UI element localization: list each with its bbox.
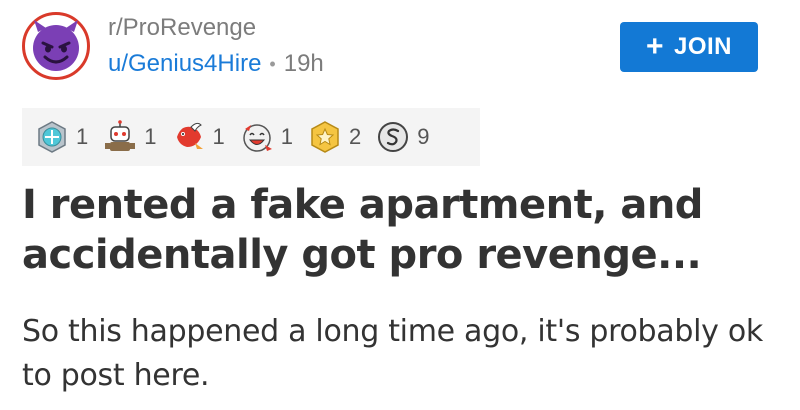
gold-award-icon [311,121,339,153]
award-count: 1 [76,124,89,149]
username-link[interactable]: u/Genius4Hire [108,50,261,78]
bird-award-icon [176,122,203,149]
award-laughing[interactable]: 1 [239,119,293,155]
meta-separator: • [269,53,276,74]
award-platinum[interactable]: 1 [34,119,88,155]
devil-face-icon [33,20,79,71]
post-meta: u/Genius4Hire • 19h [108,50,324,78]
laughing-award-icon [243,124,272,152]
join-button[interactable]: + JOIN [620,22,758,72]
post-title[interactable]: I rented a fake apartment, and accidenta… [22,180,762,280]
plus-icon: + [645,30,664,63]
post-body: So this happened a long time ago, it's p… [22,314,763,393]
award-bird[interactable]: 1 [171,119,225,155]
award-count: 1 [144,124,157,149]
subreddit-link[interactable]: r/ProRevenge [108,14,256,42]
silver-award-icon [378,122,409,152]
award-count: 1 [280,124,293,149]
robot-award-icon [105,120,136,151]
join-button-label: JOIN [674,33,733,60]
avatar[interactable] [22,12,90,80]
post-age: 19h [283,50,324,77]
platinum-award-icon [38,121,66,153]
award-robot[interactable]: 1 [102,119,157,155]
awards-bar[interactable]: 1 1 1 1 2 9 [22,108,480,166]
award-count: 1 [212,124,225,149]
award-count: 9 [417,124,430,149]
award-gold[interactable]: 2 [307,119,361,155]
award-silver[interactable]: 9 [375,119,430,155]
award-count: 2 [349,124,362,149]
